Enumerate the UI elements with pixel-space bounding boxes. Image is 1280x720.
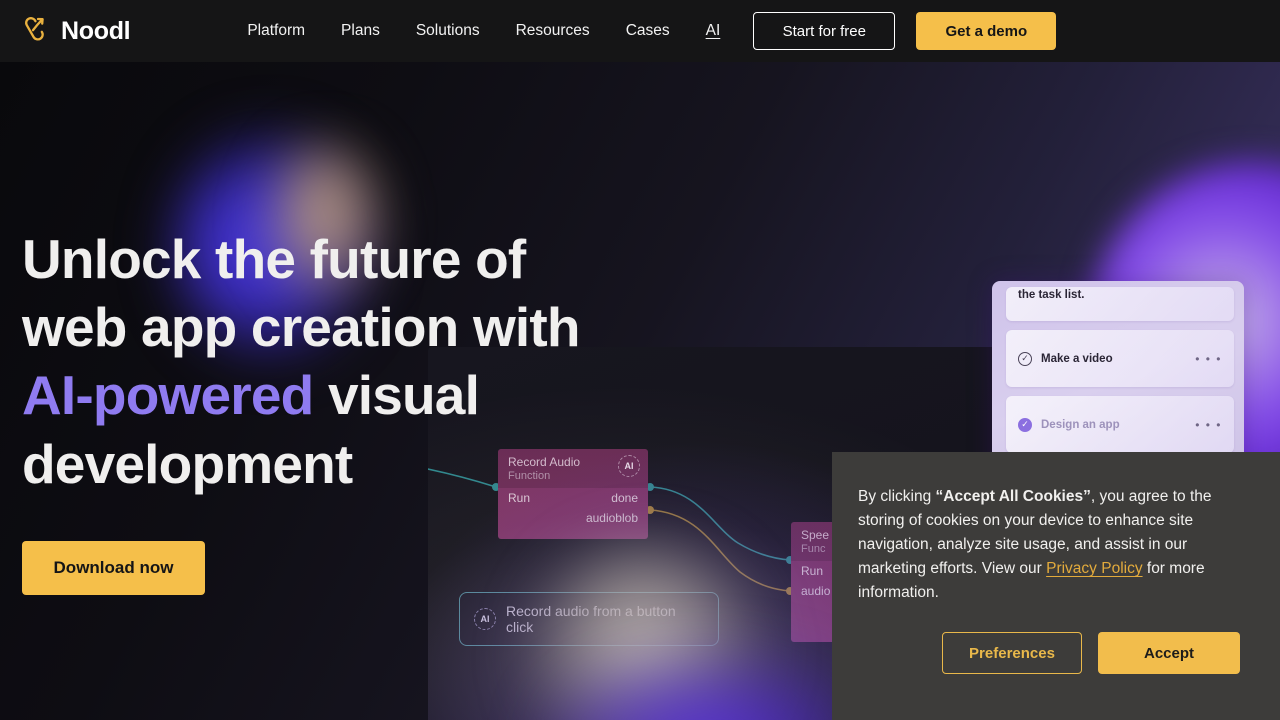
nav-item-ai[interactable]: AI <box>706 22 721 40</box>
nav-item-cases[interactable]: Cases <box>626 22 670 40</box>
cookie-text-part-1: By clicking <box>858 488 936 505</box>
ai-sparkle-icon: AI <box>618 455 640 477</box>
page-root: Record Audio Function Run done audioblob… <box>0 0 1280 720</box>
task-label: the task list. <box>1018 289 1085 301</box>
task-menu-icon: • • • <box>1195 351 1222 366</box>
nav-item-plans[interactable]: Plans <box>341 22 380 40</box>
nav-links: Platform Plans Solutions Resources Cases… <box>247 22 720 40</box>
node-port-in: audio <box>801 583 831 598</box>
accept-button[interactable]: Accept <box>1098 632 1240 675</box>
task-menu-icon: • • • <box>1195 417 1222 432</box>
node-port-in: Run <box>801 563 824 578</box>
nav-item-platform[interactable]: Platform <box>247 22 305 40</box>
cookie-text-bold: “Accept All Cookies” <box>935 488 1091 505</box>
check-circle-filled-icon: ✓ <box>1018 417 1032 432</box>
nav-item-resources[interactable]: Resources <box>516 22 590 40</box>
top-navigation-bar: Noodl Platform Plans Solutions Resources… <box>0 0 1280 62</box>
headline-accent: AI-powered <box>22 364 314 427</box>
brand-logo[interactable]: Noodl <box>22 16 131 47</box>
get-a-demo-button[interactable]: Get a demo <box>916 12 1057 50</box>
cookie-banner-text: By clicking “Accept All Cookies”, you ag… <box>858 485 1240 605</box>
headline-line-2: web app creation with <box>22 296 581 359</box>
download-now-button[interactable]: Download now <box>22 540 205 595</box>
cookie-banner-actions: Preferences Accept <box>858 632 1240 675</box>
page-title: Unlock the future of web app creation wi… <box>22 225 581 498</box>
headline-line-4: development <box>22 432 353 495</box>
check-circle-icon: ✓ <box>1018 351 1032 366</box>
task-label: Make a video <box>1041 352 1113 365</box>
task-card: ✓ Design an app • • • <box>1006 396 1234 453</box>
node-port-out: audioblob <box>585 510 638 525</box>
headline-line-3: AI-powered visual <box>22 361 580 429</box>
nav-item-solutions[interactable]: Solutions <box>416 22 480 40</box>
privacy-policy-link[interactable]: Privacy Policy <box>1046 560 1142 577</box>
node-port-out: done <box>611 490 638 505</box>
hero-content: Unlock the future of web app creation wi… <box>22 225 581 595</box>
task-label: Design an app <box>1041 418 1120 431</box>
start-for-free-button[interactable]: Start for free <box>753 12 896 50</box>
cookie-consent-banner: By clicking “Accept All Cookies”, you ag… <box>832 452 1280 720</box>
noodl-loop-logo-icon <box>22 16 52 47</box>
ai-sparkle-icon: AI <box>474 608 496 630</box>
task-card: ✓ Make a video • • • <box>1006 330 1234 387</box>
headline-line-3-rest: visual <box>313 364 480 427</box>
app-preview-task-list: the task list. ✓ Make a video • • • ✓ De… <box>992 281 1244 481</box>
brand-name: Noodl <box>61 16 131 45</box>
preferences-button[interactable]: Preferences <box>942 632 1082 675</box>
headline-line-1: Unlock the future of <box>22 228 526 290</box>
task-card: the task list. <box>1006 287 1234 321</box>
